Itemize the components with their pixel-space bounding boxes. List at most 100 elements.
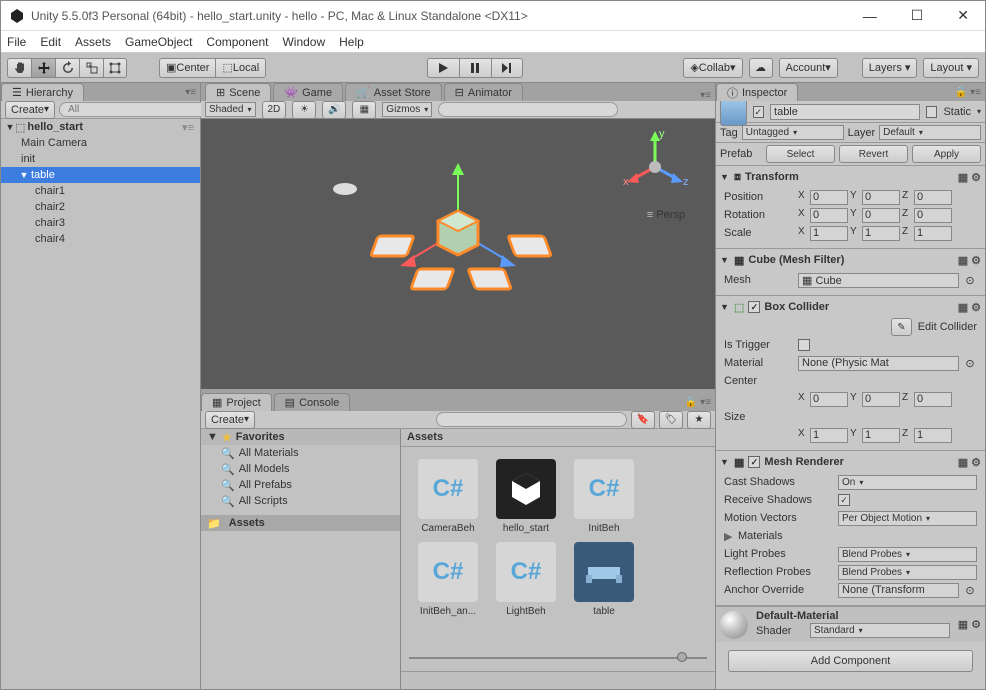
transform-header[interactable]: ▼⧈Transform▦ ⚙ [720,168,981,186]
step-button[interactable] [491,58,523,78]
project-create-button[interactable]: Create ▾ [205,411,255,429]
pos-z-input[interactable] [914,190,952,205]
phys-material-field[interactable]: None (Physic Mat [798,356,959,371]
layers-button[interactable]: Layers ▾ [862,58,918,78]
hierarchy-search-input[interactable] [59,102,209,117]
save-search-button[interactable]: ★ [687,411,711,429]
panel-menu-icon[interactable]: 🔒 ▾≡ [685,397,711,408]
scene-tab[interactable]: ⊞Scene [205,83,271,101]
thumbnail-size-slider[interactable] [409,649,707,667]
scale-x-input[interactable] [810,226,848,241]
hierarchy-create-button[interactable]: Create ▾ [5,101,55,119]
asset-item[interactable]: hello_start [491,459,561,534]
pivot-local-button[interactable]: ⬚ Local [215,58,266,78]
tag-dropdown[interactable]: Untagged [742,125,844,140]
add-component-button[interactable]: Add Component [728,650,973,672]
animator-tab[interactable]: ⊟Animator [444,83,523,101]
menu-component[interactable]: Component [206,35,268,49]
close-button[interactable]: ✕ [949,3,977,28]
layout-button[interactable]: Layout ▾ [923,58,979,78]
size-z-input[interactable] [914,428,952,443]
mesh-filter-header[interactable]: ▼▦Cube (Mesh Filter)▦ ⚙ [720,251,981,269]
hierarchy-scene-row[interactable]: ▼⬚ hello_start▾≡ [1,119,200,135]
active-checkbox[interactable] [753,106,764,118]
favorites-header[interactable]: ▼★Favorites [201,429,400,445]
game-tab[interactable]: 👾Game [273,83,343,101]
assets-folder[interactable]: 📁Assets [201,515,400,531]
rot-z-input[interactable] [914,208,952,223]
prefab-revert-button[interactable]: Revert [839,145,908,163]
hierarchy-item[interactable]: chair1 [1,183,200,199]
rot-y-input[interactable] [862,208,900,223]
hierarchy-item[interactable]: init [1,151,200,167]
filter-button[interactable]: 🏷 [659,411,683,429]
panel-menu-icon[interactable]: ▾≡ [700,90,711,101]
gizmos-dropdown[interactable]: Gizmos [382,102,432,117]
gameobject-icon[interactable] [720,101,747,126]
center-y-input[interactable] [862,392,900,407]
menu-gameobject[interactable]: GameObject [125,35,192,49]
asset-item[interactable]: C#InitBeh_an... [413,542,483,617]
cloud-button[interactable]: ☁ [749,58,773,78]
receive-shadows-checkbox[interactable] [838,494,850,506]
rot-x-input[interactable] [810,208,848,223]
rotate-tool-button[interactable] [55,58,79,78]
asset-item[interactable]: C#CameraBeh [413,459,483,534]
favorite-item[interactable]: 🔍All Materials [201,445,400,461]
play-button[interactable] [427,58,459,78]
panel-menu-icon[interactable]: 🔒 ▾≡ [955,87,981,98]
account-button[interactable]: Account ▾ [779,58,838,78]
console-tab[interactable]: ▤Console [274,393,351,411]
prefab-select-button[interactable]: Select [766,145,835,163]
effects-toggle[interactable]: ▦ [352,101,376,119]
is-trigger-checkbox[interactable] [798,339,810,351]
minimize-button[interactable]: — [855,4,885,28]
center-x-input[interactable] [810,392,848,407]
menu-assets[interactable]: Assets [75,35,111,49]
anchor-field[interactable]: None (Transform [838,583,959,598]
layer-dropdown[interactable]: Default [879,125,981,140]
project-search-input[interactable] [436,412,627,427]
inspector-tab[interactable]: ⓘInspector [716,83,798,101]
edit-collider-button[interactable]: ✎ [891,318,911,336]
cast-shadows-dropdown[interactable]: On [838,475,977,490]
favorite-item[interactable]: 🔍All Prefabs [201,477,400,493]
maximize-button[interactable]: ☐ [903,3,932,28]
reflection-probes-dropdown[interactable]: Blend Probes [838,565,977,580]
asset-store-tab[interactable]: 🛒Asset Store [345,83,442,101]
asset-item[interactable]: C#InitBeh [569,459,639,534]
hierarchy-item[interactable]: chair3 [1,215,200,231]
hierarchy-item[interactable]: chair4 [1,231,200,247]
size-x-input[interactable] [810,428,848,443]
prefab-apply-button[interactable]: Apply [912,145,981,163]
pos-x-input[interactable] [810,190,848,205]
mesh-field[interactable]: ▦ Cube [798,273,959,288]
shading-mode-dropdown[interactable]: Shaded [205,102,256,117]
menu-edit[interactable]: Edit [40,35,61,49]
collab-button[interactable]: ◈ Collab ▾ [683,58,742,78]
move-tool-button[interactable] [31,58,55,78]
center-z-input[interactable] [914,392,952,407]
object-name-input[interactable] [770,104,920,120]
asset-item[interactable]: table [569,542,639,617]
menu-help[interactable]: Help [339,35,364,49]
pivot-center-button[interactable]: ▣ Center [159,58,215,78]
pos-y-input[interactable] [862,190,900,205]
menu-file[interactable]: File [7,35,26,49]
hand-tool-button[interactable] [7,58,31,78]
hierarchy-tab[interactable]: ☰Hierarchy [1,83,84,101]
favorite-item[interactable]: 🔍All Scripts [201,493,400,509]
motion-vectors-dropdown[interactable]: Per Object Motion [838,511,977,526]
scale-tool-button[interactable] [79,58,103,78]
asset-item[interactable]: C#LightBeh [491,542,561,617]
favorite-item[interactable]: 🔍All Models [201,461,400,477]
material-gear-icon[interactable]: ▦ ⚙ [958,618,981,631]
scene-search-input[interactable] [438,102,618,117]
lighting-toggle[interactable]: ☀ [292,101,316,119]
scale-z-input[interactable] [914,226,952,241]
project-tab[interactable]: ▦Project [201,393,272,411]
filter-button[interactable]: 🔖 [631,411,655,429]
2d-toggle[interactable]: 2D [262,101,287,119]
pause-button[interactable] [459,58,491,78]
audio-toggle[interactable]: 🔊 [322,101,346,119]
